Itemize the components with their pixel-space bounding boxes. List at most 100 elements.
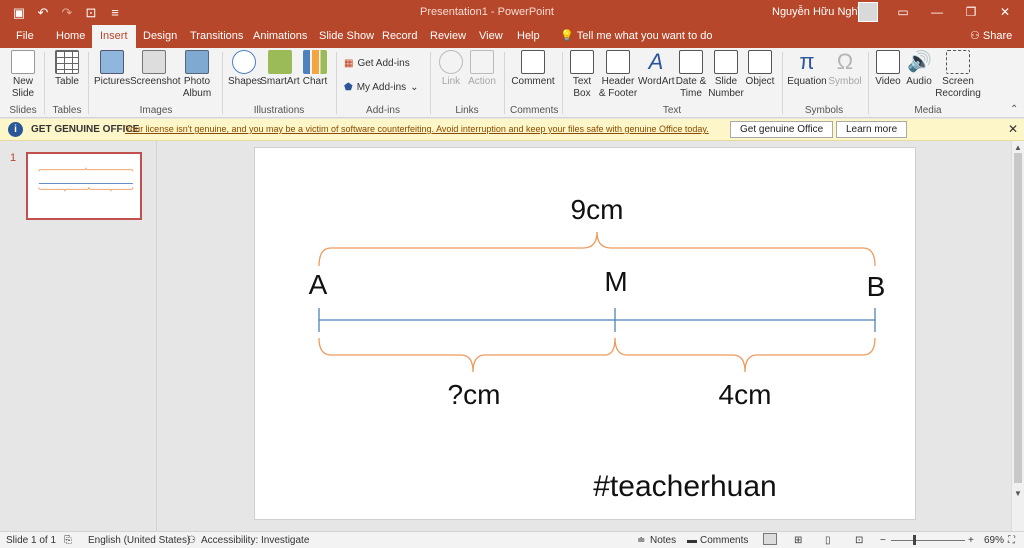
video-button[interactable]: Video (874, 50, 902, 88)
notice-message-link[interactable]: Your license isn't genuine, and you may … (125, 124, 709, 134)
smartart-button[interactable]: SmartArt (260, 50, 300, 88)
wordart-button[interactable]: A WordArt (638, 50, 675, 88)
language-indicator[interactable]: English (United States) (88, 535, 190, 546)
scroll-down-icon[interactable]: ▼ (1014, 489, 1022, 498)
tab-transitions[interactable]: Transitions (188, 25, 245, 48)
comment-label: Comment (511, 76, 555, 87)
vertical-scrollbar[interactable]: ▲ ▼ (1011, 141, 1024, 531)
touch-mode-icon[interactable]: ⊡ (80, 3, 102, 22)
speaker-icon: 🔊 (907, 51, 932, 73)
am-length-label: ?cm (448, 379, 501, 410)
slide-counter[interactable]: Slide 1 of 1 (6, 535, 56, 546)
text-box-button[interactable]: Text Box (568, 50, 596, 100)
table-button[interactable]: Table (50, 50, 84, 88)
get-addins-button[interactable]: ▦ Get Add-ins (344, 58, 410, 69)
collapse-ribbon-icon[interactable]: ⌃ (1010, 104, 1018, 115)
accessibility-status[interactable]: Accessibility: Investigate (201, 535, 309, 546)
mb-brace (614, 337, 876, 373)
zoom-slider-thumb[interactable] (913, 535, 916, 545)
pictures-button[interactable]: Pictures (94, 50, 130, 88)
undo-icon[interactable]: ↶ (32, 3, 54, 22)
divider (782, 52, 783, 114)
tab-insert[interactable]: Insert (92, 25, 136, 48)
photo-album-label: Photo Album (182, 76, 212, 99)
notes-icon: ≐ (637, 535, 646, 546)
restore-icon[interactable]: ❐ (954, 0, 988, 25)
group-tables-label: Tables (52, 105, 82, 116)
group-images-label: Images (139, 105, 173, 116)
spelling-icon[interactable]: ⎘ (64, 535, 72, 546)
learn-more-button[interactable]: Learn more (836, 121, 908, 138)
ribbon-display-icon[interactable]: ▭ (886, 0, 920, 25)
tab-record[interactable]: Record (380, 25, 419, 48)
audio-button[interactable]: 🔊 Audio (904, 50, 934, 88)
user-name[interactable]: Nguyễn Hữu Nghĩa (772, 6, 867, 18)
get-genuine-office-button[interactable]: Get genuine Office (730, 121, 834, 138)
share-button[interactable]: ⚇ Share (970, 25, 1012, 48)
symbol-button[interactable]: Ω Symbol (828, 50, 862, 88)
notes-button[interactable]: Notes (650, 535, 676, 546)
close-icon[interactable]: ✕ (988, 0, 1022, 25)
tab-file[interactable]: File (14, 25, 36, 48)
date-time-button[interactable]: Date & Time (674, 50, 708, 100)
new-slide-button[interactable]: New Slide (6, 50, 40, 100)
slide-sorter-icon[interactable]: ⊞ (794, 535, 802, 546)
zoom-level[interactable]: 69% (984, 535, 1004, 546)
header-footer-button[interactable]: Header & Footer (598, 50, 638, 100)
screenshot-button[interactable]: Screenshot (130, 50, 181, 88)
comment-icon (521, 50, 545, 74)
group-symbols-label: Symbols (804, 105, 844, 116)
tab-slide-show[interactable]: Slide Show (317, 25, 376, 48)
screen-recording-button[interactable]: Screen Recording (934, 50, 982, 100)
tab-help[interactable]: Help (515, 25, 542, 48)
equation-button[interactable]: π Equation (786, 50, 828, 88)
save-icon[interactable]: ▣ (8, 3, 30, 22)
link-button[interactable]: Link (436, 50, 466, 88)
scroll-up-icon[interactable]: ▲ (1014, 143, 1022, 152)
my-addins-button[interactable]: ⬟ My Add-ins ⌄ (344, 82, 419, 93)
normal-view-icon[interactable] (763, 533, 777, 545)
object-icon (748, 50, 772, 74)
ribbon-tabs: File Home Insert Design Transitions Anim… (0, 25, 1024, 48)
chart-button[interactable]: Chart (300, 50, 330, 88)
smartart-icon (268, 50, 292, 74)
group-comments-label: Comments (510, 105, 559, 116)
tab-design[interactable]: Design (141, 25, 179, 48)
close-icon[interactable]: ✕ (1008, 122, 1018, 136)
shapes-button[interactable]: Shapes (228, 50, 262, 88)
total-length-label: 9cm (571, 194, 624, 225)
avatar[interactable] (858, 2, 878, 22)
tab-home[interactable]: Home (54, 25, 87, 48)
comment-button[interactable]: Comment (510, 50, 556, 88)
store-icon: ▦ (344, 58, 354, 69)
table-label: Table (55, 76, 79, 87)
slideshow-icon[interactable]: ⊡ (855, 535, 863, 546)
tell-me-box[interactable]: 💡 Tell me what you want to do (560, 25, 713, 48)
zoom-slider[interactable] (891, 540, 965, 541)
action-button[interactable]: Action (466, 50, 498, 88)
group-links-label: Links (455, 105, 479, 116)
slide-thumbnail[interactable] (26, 152, 142, 220)
slide-canvas[interactable]: 9cm A M B ?cm 4cm #teacherhuan (254, 147, 916, 520)
minimize-icon[interactable]: — (920, 0, 954, 25)
am-brace (318, 337, 616, 373)
header-footer-label: Header & Footer (598, 76, 638, 99)
zoom-out-icon[interactable]: − (880, 535, 886, 546)
reading-view-icon[interactable]: ▯ (825, 535, 831, 546)
object-button[interactable]: Object (744, 50, 776, 88)
tab-animations[interactable]: Animations (251, 25, 309, 48)
slide-thumbnail-preview (38, 167, 134, 192)
scrollbar-thumb[interactable] (1014, 153, 1022, 483)
wordart-label: WordArt (638, 76, 675, 87)
pictures-label: Pictures (94, 76, 131, 87)
redo-icon[interactable]: ↷ (56, 3, 78, 22)
comments-button[interactable]: Comments (700, 535, 748, 546)
fit-to-window-icon[interactable]: ⛶ (1008, 535, 1015, 546)
tab-view[interactable]: View (477, 25, 505, 48)
photo-album-button[interactable]: Photo Album (176, 50, 218, 100)
customize-qat-icon[interactable]: ≡ (104, 3, 126, 22)
slide-number-button[interactable]: Slide Number (708, 50, 744, 100)
header-footer-icon (606, 50, 630, 74)
tab-review[interactable]: Review (428, 25, 468, 48)
zoom-in-icon[interactable]: + (968, 535, 974, 546)
